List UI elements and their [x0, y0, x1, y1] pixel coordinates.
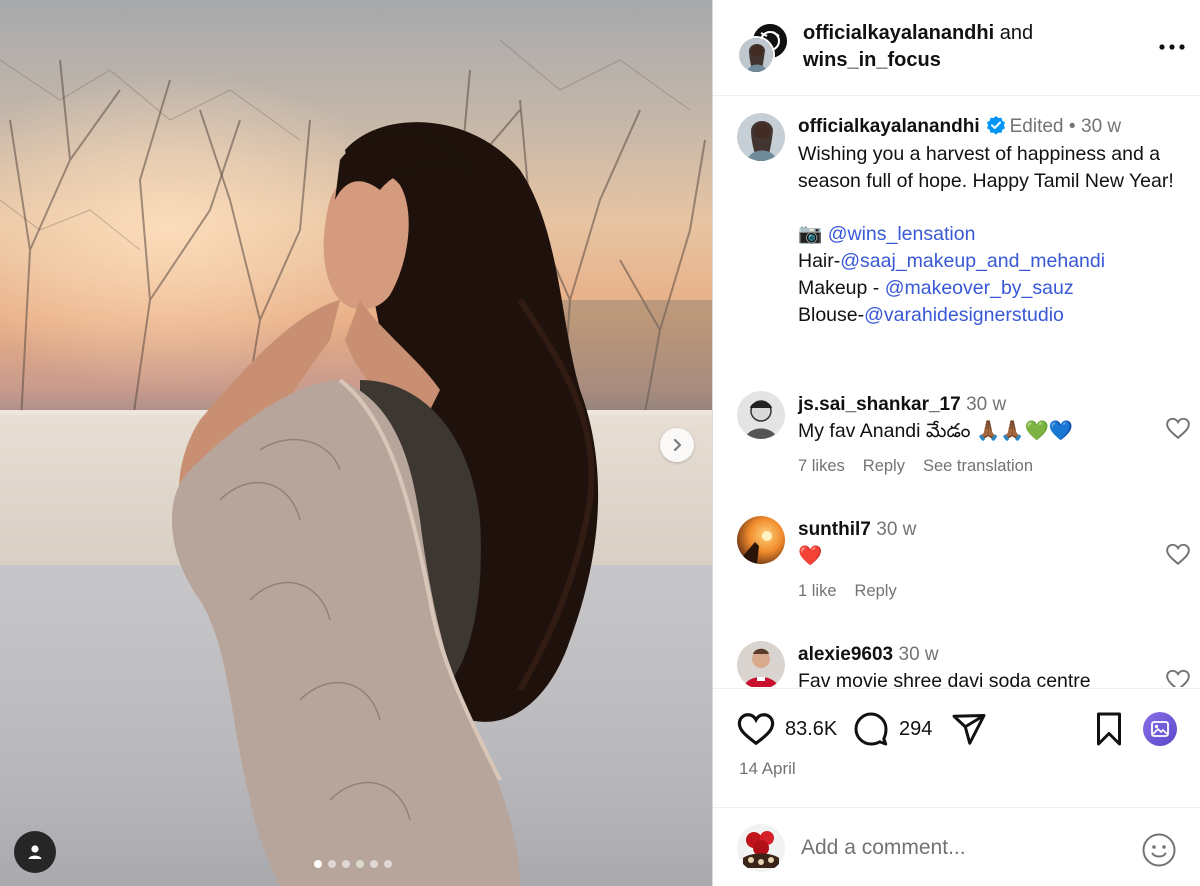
comment-body: js.sai_shankar_17 30 w My fav Anandi మేడ… [798, 391, 1148, 445]
next-image-button[interactable] [660, 428, 694, 462]
caption-separator: • [1068, 116, 1076, 137]
carousel-indicator [314, 860, 392, 868]
caption-time[interactable]: 30 w [1081, 116, 1121, 137]
mention-makeup[interactable]: @makeover_by_sauz [885, 277, 1074, 299]
like-count[interactable]: 83.6K [785, 718, 837, 741]
post-details-panel: officialkayalanandhi and wins_in_focus o… [712, 0, 1200, 886]
comment-time[interactable]: 30 w [899, 644, 939, 665]
commenter-avatar[interactable] [737, 516, 785, 564]
comments-list[interactable]: officialkayalanandhi Edited • 30 w Wishin… [713, 97, 1200, 687]
comment-text: Fav movie shree davi soda centre [798, 670, 1091, 687]
post-header: officialkayalanandhi and wins_in_focus [713, 0, 1200, 96]
mention-hair[interactable]: @saaj_makeup_and_mehandi [840, 250, 1105, 272]
heart-icon[interactable] [737, 711, 775, 747]
comment-body: alexie9603 30 w Fav movie shree davi sod… [798, 641, 1148, 687]
post-date[interactable]: 14 April [739, 759, 796, 779]
paper-plane-icon[interactable] [951, 711, 987, 747]
carousel-dot [356, 860, 364, 868]
comment-likes[interactable]: 7 likes [798, 457, 845, 476]
tagged-users-button[interactable] [14, 831, 56, 873]
current-user-avatar [737, 824, 785, 872]
save-action[interactable] [1093, 709, 1125, 749]
action-bar: 83.6K 294 [737, 709, 1177, 749]
comment-count[interactable]: 294 [899, 718, 932, 741]
camera-emoji: 📷 [798, 223, 823, 246]
comment-username[interactable]: alexie9603 [798, 644, 893, 665]
header-username-1[interactable]: officialkayalanandhi [803, 22, 994, 44]
comment-text: ❤️ [798, 545, 823, 567]
reply-button[interactable]: Reply [855, 582, 897, 601]
makeup-label: Makeup - [798, 276, 885, 299]
hair-label: Hair- [798, 249, 841, 272]
commenter-avatar[interactable] [737, 641, 785, 687]
edited-label: Edited [1009, 116, 1064, 137]
bookmark-icon[interactable] [1093, 711, 1125, 747]
reply-button[interactable]: Reply [863, 457, 905, 476]
carousel-dot [370, 860, 378, 868]
share-action[interactable] [951, 709, 987, 749]
comment-like-heart-icon[interactable] [1165, 415, 1191, 441]
more-horizontal-icon [1159, 44, 1185, 50]
more-options-button[interactable] [1157, 32, 1187, 62]
image-icon[interactable] [1143, 712, 1177, 746]
user-icon [28, 845, 42, 859]
media-action[interactable] [1143, 709, 1177, 749]
comment-input[interactable] [801, 830, 1121, 866]
caption-avatar[interactable] [737, 113, 785, 161]
post-footer: 83.6K 294 14 April [713, 688, 1200, 886]
portrait-figure [171, 122, 599, 886]
collab-usernames: officialkayalanandhi and wins_in_focus [803, 20, 1033, 74]
comment-action[interactable]: 294 [853, 709, 932, 749]
carousel-dot [314, 860, 322, 868]
comment-like-heart-icon[interactable] [1165, 541, 1191, 567]
comment-bubble-icon[interactable] [853, 711, 889, 747]
chevron-right-icon [673, 438, 682, 452]
comment-like-heart-icon[interactable] [1165, 667, 1191, 687]
comment-time[interactable]: 30 w [966, 394, 1006, 415]
commenter-avatar[interactable] [737, 391, 785, 439]
mention-blouse[interactable]: @varahidesignerstudio [864, 304, 1064, 326]
caption-text: Wishing you a harvest of happiness and a… [798, 142, 1174, 192]
carousel-dot [384, 860, 392, 868]
comment-likes[interactable]: 1 like [798, 582, 837, 601]
header-username-2[interactable]: wins_in_focus [803, 49, 941, 71]
comment-actions: 1 like Reply [798, 582, 897, 601]
comment-actions: 7 likes Reply See translation [798, 457, 1033, 476]
carousel-dot [328, 860, 336, 868]
comment-username[interactable]: js.sai_shankar_17 [798, 394, 961, 415]
post-media[interactable] [0, 0, 712, 886]
comment-username[interactable]: sunthil7 [798, 519, 871, 540]
post-caption: officialkayalanandhi Edited • 30 w Wishin… [798, 113, 1190, 328]
see-translation-button[interactable]: See translation [923, 457, 1033, 476]
header-and-text: and [999, 22, 1034, 44]
smiley-icon[interactable] [1141, 832, 1177, 868]
comment-text: My fav Anandi మేడం 🙏🏾🙏🏾💚💙 [798, 420, 1074, 442]
avatar-officialkayalanandhi[interactable] [737, 36, 775, 74]
add-comment-bar [713, 807, 1200, 886]
comment-time[interactable]: 30 w [876, 519, 916, 540]
caption-username[interactable]: officialkayalanandhi [798, 116, 980, 137]
blouse-label: Blouse- [798, 303, 865, 326]
collab-avatars[interactable] [737, 22, 789, 74]
mention-photo[interactable]: @wins_lensation [828, 223, 976, 245]
carousel-dot [342, 860, 350, 868]
comment-body: sunthil7 30 w ❤️ [798, 516, 1148, 570]
verified-badge-icon [986, 116, 1005, 135]
like-action[interactable]: 83.6K [737, 709, 837, 749]
